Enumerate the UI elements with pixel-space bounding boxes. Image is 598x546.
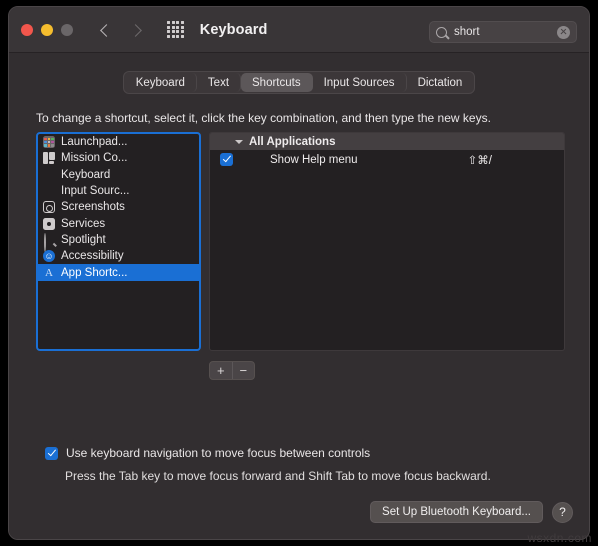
app-shortcuts-icon: A bbox=[45, 266, 53, 279]
sidebar-item-app-shortcuts[interactable]: A App Shortc... bbox=[38, 264, 199, 281]
sidebar-item-label: Screenshots bbox=[61, 201, 125, 214]
shortcut-group-header[interactable]: All Applications bbox=[210, 133, 564, 150]
sidebar-item-label: Mission Co... bbox=[61, 152, 128, 165]
tab-shortcuts[interactable]: Shortcuts bbox=[241, 73, 313, 92]
input-sources-icon bbox=[43, 185, 55, 197]
sidebar-item-label: Spotlight bbox=[61, 233, 106, 246]
shortcut-group-title: All Applications bbox=[249, 135, 336, 148]
services-gear-icon bbox=[43, 217, 55, 230]
forward-chevron-icon[interactable] bbox=[129, 23, 143, 37]
table-row[interactable]: Show Help menu ⇧⌘/ bbox=[210, 150, 564, 169]
sidebar-item-label: Services bbox=[61, 217, 106, 230]
mission-control-icon bbox=[43, 152, 55, 165]
keyboard-icon bbox=[43, 169, 55, 181]
sidebar-item-label: Launchpad... bbox=[61, 136, 128, 149]
keyboard-navigation-row[interactable]: Use keyboard navigation to move focus be… bbox=[45, 446, 589, 460]
shortcut-name[interactable]: Show Help menu bbox=[270, 154, 468, 166]
sidebar-item-keyboard[interactable]: Keyboard bbox=[38, 167, 199, 183]
show-all-grid-icon[interactable] bbox=[167, 21, 184, 38]
shortcut-key-combination[interactable]: ⇧⌘/ bbox=[468, 153, 492, 167]
back-chevron-icon[interactable] bbox=[99, 23, 113, 37]
watermark: wsxdn.com bbox=[527, 531, 592, 545]
traffic-lights bbox=[21, 23, 73, 36]
shortcut-enabled-checkbox[interactable] bbox=[220, 153, 233, 166]
sidebar-item-services[interactable]: Services bbox=[38, 215, 199, 231]
footer-buttons: Set Up Bluetooth Keyboard... ? bbox=[370, 501, 573, 523]
shortcut-detail-list[interactable]: All Applications Show Help menu ⇧⌘/ bbox=[209, 132, 565, 351]
tab-keyboard[interactable]: Keyboard bbox=[125, 73, 197, 92]
keyboard-preferences-window: Keyboard short Keyboard Text Shortcuts I… bbox=[8, 6, 590, 540]
tab-input-sources[interactable]: Input Sources bbox=[313, 73, 407, 92]
shortcut-category-list[interactable]: Launchpad... Mission Co... Keyboard Inpu… bbox=[36, 132, 201, 351]
help-button[interactable]: ? bbox=[552, 501, 573, 523]
sidebar-item-accessibility[interactable]: ☺ Accessibility bbox=[38, 248, 199, 264]
tab-bar: Keyboard Text Shortcuts Input Sources Di… bbox=[9, 71, 589, 94]
keyboard-navigation-hint: Press the Tab key to move focus forward … bbox=[65, 469, 491, 483]
keyboard-navigation-label: Use keyboard navigation to move focus be… bbox=[66, 446, 371, 460]
preferences-body: Keyboard Text Shortcuts Input Sources Di… bbox=[9, 53, 589, 539]
search-icon bbox=[436, 26, 447, 38]
launchpad-icon bbox=[43, 136, 55, 149]
sidebar-item-label: Accessibility bbox=[61, 250, 124, 263]
keyboard-navigation-checkbox[interactable] bbox=[45, 446, 58, 460]
zoom-window-button[interactable] bbox=[61, 23, 73, 36]
titlebar: Keyboard short bbox=[9, 7, 589, 53]
sidebar-item-label: Keyboard bbox=[61, 168, 111, 181]
window-title: Keyboard bbox=[199, 21, 268, 38]
sidebar-item-screenshots[interactable]: Screenshots bbox=[38, 199, 199, 215]
navigation-buttons bbox=[99, 23, 143, 37]
add-shortcut-button[interactable]: + bbox=[210, 362, 233, 379]
sidebar-item-mission-control[interactable]: Mission Co... bbox=[38, 150, 199, 166]
sidebar-item-launchpad[interactable]: Launchpad... bbox=[38, 134, 199, 150]
clear-search-icon[interactable] bbox=[557, 25, 570, 39]
chevron-down-icon[interactable] bbox=[235, 140, 243, 144]
spotlight-icon bbox=[43, 232, 55, 252]
search-input[interactable]: short bbox=[454, 26, 557, 38]
instructions-text: To change a shortcut, select it, click t… bbox=[36, 111, 491, 125]
remove-shortcut-button[interactable]: − bbox=[233, 362, 255, 379]
shortcut-panes: Launchpad... Mission Co... Keyboard Inpu… bbox=[36, 132, 589, 351]
add-remove-shortcut-buttons: + − bbox=[209, 361, 255, 380]
accessibility-icon: ☺ bbox=[43, 250, 55, 263]
search-field[interactable]: short bbox=[429, 21, 577, 43]
set-up-bluetooth-keyboard-button[interactable]: Set Up Bluetooth Keyboard... bbox=[370, 501, 543, 523]
sidebar-item-label: App Shortc... bbox=[61, 266, 128, 279]
tab-dictation[interactable]: Dictation bbox=[407, 73, 474, 92]
sidebar-item-label: Input Sourc... bbox=[61, 185, 130, 198]
sidebar-item-input-sources[interactable]: Input Sourc... bbox=[38, 183, 199, 199]
close-window-button[interactable] bbox=[21, 23, 33, 36]
minimize-window-button[interactable] bbox=[41, 23, 53, 36]
sidebar-item-spotlight[interactable]: Spotlight bbox=[38, 232, 199, 252]
tab-text[interactable]: Text bbox=[197, 73, 242, 92]
screenshots-icon bbox=[43, 201, 55, 214]
